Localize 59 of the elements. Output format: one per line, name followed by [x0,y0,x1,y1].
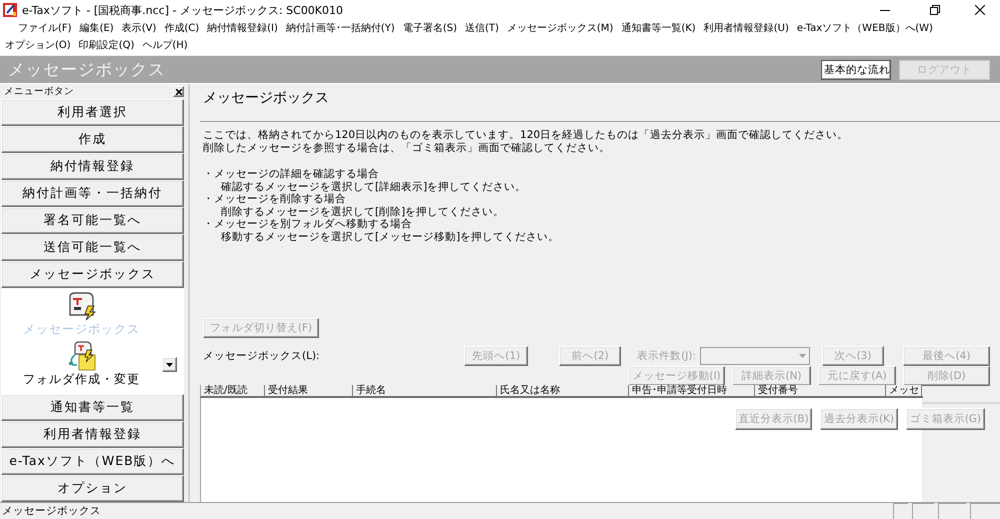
menu-item[interactable]: 表示(V) [118,20,160,37]
menu-item[interactable]: ヘルプ(H) [138,37,192,54]
menu-item[interactable]: 通知書等一覧(K) [617,20,700,37]
list-label: メッセージボックス(L): [203,349,320,363]
folder-icon[interactable] [66,341,96,371]
caret-icon [799,354,806,358]
instruction-text: 削除するメッセージを選択して[削除]を押してください。 [221,206,504,218]
menu-button[interactable]: 納付情報登録 [1,153,184,180]
menu-button[interactable]: 署名可能一覧へ [1,207,184,234]
menu-button[interactable]: e-Taxソフト（WEB版）へ [1,448,184,475]
scroll-down-button[interactable] [162,357,177,372]
menu-button[interactable]: 利用者情報登録 [1,421,184,448]
menu-button[interactable]: 利用者選択 [1,99,184,126]
menu-item[interactable]: 利用者情報登録(U) [700,20,793,37]
column-header[interactable]: 受付結果 [265,385,353,396]
sidebar-title: メニューボタン [4,85,74,98]
caret-icon [166,362,173,366]
column-header[interactable]: 受付番号 [755,385,886,396]
app-icon [3,3,17,17]
status-text: メッセージボックス [2,504,101,518]
info-text: ここでは、格納されてから120日以内のものを表示しています。120日を経過したものは「過去分表示」画面で確認してください。 [203,129,848,142]
menu-button[interactable]: 送信可能一覧へ [1,234,184,261]
menu-item[interactable]: 印刷設定(Q) [74,37,138,54]
page-title: メッセージボックス [203,90,329,106]
menu-button[interactable]: 通知書等一覧 [1,394,184,421]
menu-button[interactable]: 納付計画等・一括納付 [1,180,184,207]
close-icon [176,88,182,94]
column-header[interactable]: メッセ [886,385,922,396]
menu-item[interactable]: オプション(O) [1,37,75,54]
instruction-text: 確認するメッセージを選択して[詳細表示]を押してください。 [221,180,526,193]
menu-item[interactable]: 電子署名(S) [398,20,461,37]
window-title: e-Taxソフト - [国税商事.ncc] - メッセージボックス: SC00K010 [22,2,344,18]
shortcut-label[interactable]: フォルダ作成・変更 [23,372,140,386]
column-header[interactable]: 未読/既読 [201,385,265,396]
menu-item[interactable]: メッセージボックス(M) [502,20,618,37]
header-title: メッセージボックス [8,58,166,80]
instruction-heading: ・メッセージを別フォルダへ移動する場合 [203,218,412,230]
menu-button[interactable]: メッセージボックス [1,261,184,288]
menu-item[interactable]: 納付計画等･一括納付(Y) [282,20,399,37]
instruction-text: 移動するメッセージを選択して[メッセージ移動]を押してください。 [221,230,560,243]
menu-item[interactable]: 送信(T) [460,20,503,37]
menu-item[interactable]: e-Taxソフト（WEB版）へ(W) [792,20,937,37]
column-header[interactable]: 手続名 [353,385,497,396]
instruction-heading: ・メッセージの詳細を確認する場合 [203,168,379,180]
page-size-label: 表示件数(J): [637,349,696,363]
menu-item[interactable]: 納付情報登録(I) [203,20,282,37]
mailbox-icon[interactable] [66,291,96,321]
menu-item[interactable]: ファイル(F) [14,20,76,37]
column-header[interactable]: 申告･申請等受付日時 [629,385,755,396]
instruction-heading: ・メッセージを削除する場合 [203,193,346,206]
restore-icon [930,5,940,15]
header-button[interactable]: 基本的な流れ [821,60,891,80]
menu-item[interactable]: 編集(E) [76,20,118,37]
menu-button[interactable]: オプション [1,475,184,502]
info-text: 削除したメッセージを参照する場合は、「ゴミ箱表示」画面で確認してください。 [203,142,610,155]
menu-item[interactable]: 作成(C) [160,20,204,37]
menu-button[interactable]: 作成 [1,126,184,153]
close-button[interactable] [173,86,184,97]
close-icon [975,5,985,15]
